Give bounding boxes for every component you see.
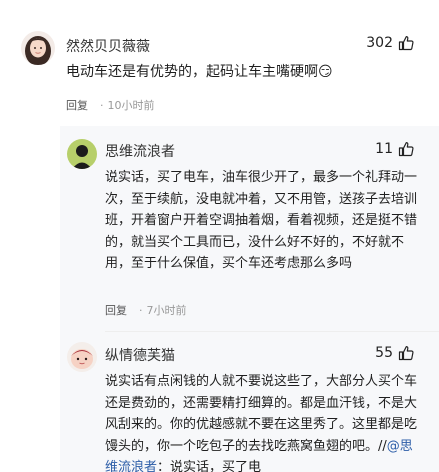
reply-reply-button[interactable]: 回复 bbox=[105, 302, 127, 318]
reply-text-quote: ：说实话，买了电 bbox=[157, 460, 262, 472]
comment-like-button[interactable]: 302 bbox=[366, 35, 414, 51]
reply-like-count: 55 bbox=[375, 345, 393, 361]
comment-text: 电动车还是有优势的，起码让车主嘴硬啊😏 bbox=[66, 64, 333, 80]
reply-like-button[interactable]: 55 bbox=[375, 345, 414, 361]
comment-time: 10小时前 bbox=[107, 99, 155, 112]
avatar-ranran-image bbox=[21, 31, 55, 65]
reply-meta: 回复 · 7小时前 bbox=[105, 302, 187, 318]
comment-meta: 回复 · 10小时前 bbox=[66, 97, 155, 113]
comment-like-count: 302 bbox=[366, 35, 393, 51]
reply-like-count: 11 bbox=[375, 141, 393, 157]
comment-reply-button[interactable]: 回复 bbox=[66, 97, 88, 113]
thumbs-up-icon bbox=[398, 36, 414, 51]
avatar-ranran[interactable] bbox=[21, 31, 55, 65]
thumbs-up-icon bbox=[398, 142, 414, 157]
reply-text: 说实话有点闲钱的人就不要说这些了，大部分人买个车还是费劲的，还需要精打细算的。都… bbox=[105, 371, 423, 472]
avatar-siwei-image bbox=[67, 139, 97, 169]
reply-text-body: 说实话有点闲钱的人就不要说这些了，大部分人买个车还是费劲的，还需要精打细算的。都… bbox=[105, 374, 418, 454]
reply-divider bbox=[105, 331, 439, 332]
reply-username[interactable]: 纵情德芙猫 bbox=[105, 345, 175, 365]
reply-username[interactable]: 思维流浪者 bbox=[105, 141, 175, 161]
comment-username[interactable]: 然然贝贝薇薇 bbox=[66, 36, 150, 56]
reply-time: 7小时前 bbox=[146, 304, 187, 317]
avatar-siwei[interactable] bbox=[67, 139, 97, 169]
avatar-zongqing[interactable] bbox=[67, 342, 97, 372]
reply-text: 说实话，买了电车，油车很少开了，最多一个礼拜动一次，至于续航，没电就冲着，又不用… bbox=[105, 170, 418, 271]
thumbs-up-icon bbox=[398, 346, 414, 361]
avatar-zongqing-image bbox=[67, 342, 97, 372]
reply-like-button[interactable]: 11 bbox=[375, 141, 414, 157]
meta-separator: · bbox=[100, 98, 104, 112]
meta-separator: · bbox=[139, 303, 143, 317]
